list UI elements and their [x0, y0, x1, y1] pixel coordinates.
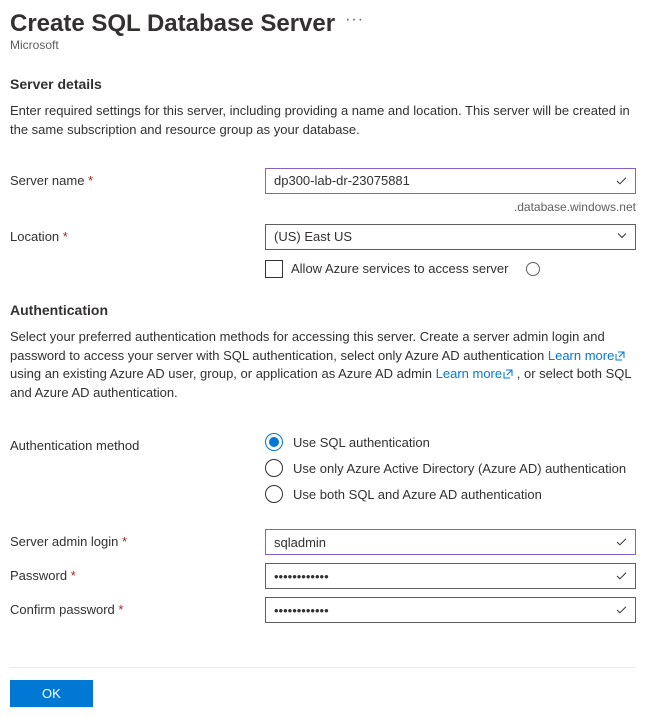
- publisher-subtitle: Microsoft: [10, 38, 636, 52]
- radio-label: Use only Azure Active Directory (Azure A…: [293, 461, 626, 476]
- page-title: Create SQL Database Server: [10, 10, 335, 38]
- radio-label: Use SQL authentication: [293, 435, 430, 450]
- server-details-heading: Server details: [10, 76, 636, 92]
- admin-login-label: Server admin login *: [10, 529, 265, 549]
- server-details-desc: Enter required settings for this server,…: [10, 102, 636, 140]
- learn-more-link-1[interactable]: Learn more: [548, 348, 625, 363]
- confirm-password-input[interactable]: [265, 597, 636, 623]
- server-name-label: Server name *: [10, 168, 265, 188]
- allow-azure-checkbox[interactable]: [265, 260, 283, 278]
- authentication-desc: Select your preferred authentication met…: [10, 328, 636, 403]
- auth-method-sql[interactable]: Use SQL authentication: [265, 433, 636, 451]
- server-name-suffix: .database.windows.net: [10, 200, 636, 214]
- more-menu-icon[interactable]: ···: [345, 11, 364, 29]
- ok-button[interactable]: OK: [10, 680, 93, 707]
- confirm-password-label: Confirm password *: [10, 597, 265, 617]
- radio-label: Use both SQL and Azure AD authentication: [293, 487, 542, 502]
- learn-more-link-2[interactable]: Learn more: [436, 366, 513, 381]
- auth-method-aad-only[interactable]: Use only Azure Active Directory (Azure A…: [265, 459, 636, 477]
- auth-method-label: Authentication method: [10, 433, 265, 453]
- info-icon[interactable]: [526, 262, 540, 276]
- admin-login-input[interactable]: [265, 529, 636, 555]
- radio-icon: [265, 459, 283, 477]
- radio-icon: [265, 433, 283, 451]
- external-link-icon: [615, 348, 625, 367]
- external-link-icon: [503, 366, 513, 385]
- location-label: Location *: [10, 224, 265, 244]
- radio-icon: [265, 485, 283, 503]
- auth-method-radiogroup: Use SQL authentication Use only Azure Ac…: [265, 433, 636, 503]
- auth-method-both[interactable]: Use both SQL and Azure AD authentication: [265, 485, 636, 503]
- server-name-input[interactable]: [265, 168, 636, 194]
- authentication-heading: Authentication: [10, 302, 636, 318]
- password-input[interactable]: [265, 563, 636, 589]
- allow-azure-label: Allow Azure services to access server: [291, 261, 508, 276]
- location-select[interactable]: (US) East US: [265, 224, 636, 250]
- password-label: Password *: [10, 563, 265, 583]
